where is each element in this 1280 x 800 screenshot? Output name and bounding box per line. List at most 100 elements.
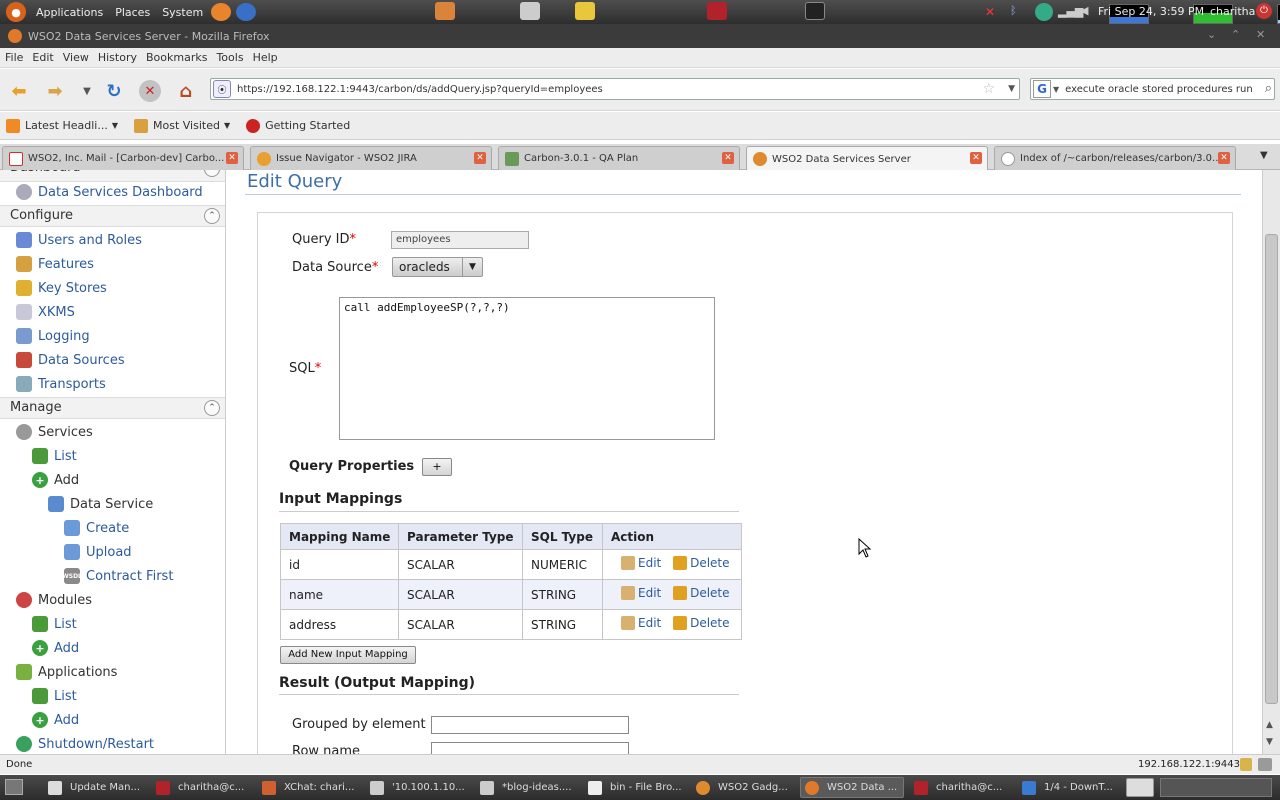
- scroll-up-icon[interactable]: ▲: [1266, 720, 1273, 730]
- help-launcher-icon[interactable]: [236, 3, 257, 21]
- home-icon[interactable]: ⌂: [175, 80, 197, 102]
- data-source-select[interactable]: oracleds ▼: [392, 257, 483, 277]
- close-window-icon[interactable]: ✕: [1256, 28, 1265, 41]
- collapse-icon[interactable]: ⌃: [204, 400, 220, 416]
- tab-qa-plan[interactable]: Carbon-3.0.1 - QA Plan ✕: [498, 146, 740, 170]
- firefox-tray-icon[interactable]: [1126, 778, 1154, 797]
- task-remote[interactable]: '10.100.1.10...: [366, 777, 470, 798]
- menu-bookmarks[interactable]: Bookmarks: [146, 51, 207, 64]
- tab-wso2-mail[interactable]: WSO2, Inc. Mail - [Carbon-dev] Carbo... …: [2, 146, 244, 170]
- sidebar-configure-header[interactable]: Configure ⌃: [0, 205, 225, 227]
- edit-link[interactable]: Edit: [621, 586, 661, 600]
- show-desktop-icon[interactable]: [5, 779, 23, 795]
- sidebar-item-shutdown-restart[interactable]: Shutdown/Restart: [16, 734, 154, 754]
- sidebar-item-upload[interactable]: Upload: [64, 542, 132, 562]
- back-icon[interactable]: ⬅: [8, 80, 30, 102]
- sidebar-item-modules-add[interactable]: + Add: [32, 638, 79, 658]
- scroll-down-icon[interactable]: ▼: [1266, 737, 1273, 747]
- menu-view[interactable]: View: [63, 51, 89, 64]
- folder-icon[interactable]: [575, 2, 595, 20]
- home-folder-icon[interactable]: [435, 2, 455, 20]
- workspace-switcher[interactable]: [1160, 778, 1272, 797]
- menu-edit[interactable]: Edit: [32, 51, 53, 64]
- url-text[interactable]: https://192.168.122.1:9443/carbon/ds/add…: [237, 84, 603, 95]
- user-name[interactable]: charitha: [1210, 5, 1255, 18]
- close-tab-icon[interactable]: ✕: [1218, 152, 1230, 164]
- task-terminal-2[interactable]: charitha@c...: [910, 777, 1014, 798]
- sidebar-item-users-roles[interactable]: Users and Roles: [16, 230, 142, 250]
- sidebar-item-contract-first[interactable]: WSDL Contract First: [62, 566, 173, 586]
- site-identity-icon[interactable]: ⦿: [213, 80, 231, 98]
- sidebar-item-modules-list[interactable]: List: [32, 614, 77, 634]
- history-dropdown-icon[interactable]: ▼: [76, 80, 98, 102]
- sql-textarea[interactable]: call addEmployeeSP(?,?,?): [339, 297, 715, 440]
- delete-link[interactable]: Delete: [673, 556, 730, 570]
- task-file-browser[interactable]: bin - File Bro...: [584, 777, 688, 798]
- sidebar-item-services[interactable]: Services: [16, 422, 93, 442]
- firefox-launcher-icon[interactable]: [211, 3, 232, 21]
- close-tab-icon[interactable]: ✕: [226, 152, 238, 164]
- stop-icon[interactable]: ✕: [139, 80, 161, 102]
- bookmark-latest-headlines[interactable]: Latest Headli... ▼: [6, 118, 118, 133]
- tab-jira[interactable]: Issue Navigator - WSO2 JIRA ✕: [250, 146, 492, 170]
- volume-icon[interactable]: ◀: [1080, 4, 1088, 17]
- applications-menu[interactable]: Applications: [30, 6, 109, 19]
- edit-link[interactable]: Edit: [621, 556, 661, 570]
- tab-list-icon[interactable]: ▼: [1260, 150, 1268, 161]
- collapse-icon[interactable]: ⌃: [204, 208, 220, 224]
- row-name-input[interactable]: [431, 742, 629, 754]
- sidebar-item-applications-add[interactable]: + Add: [32, 710, 79, 730]
- sidebar-item-data-sources[interactable]: Data Sources: [16, 350, 125, 370]
- close-tab-icon[interactable]: ✕: [474, 152, 486, 164]
- reload-icon[interactable]: ↻: [103, 80, 125, 102]
- task-wso2-gadget[interactable]: WSO2 Gadg...: [692, 777, 796, 798]
- google-engine-icon[interactable]: G: [1033, 80, 1051, 98]
- bookmark-star-icon[interactable]: ☆: [982, 81, 995, 97]
- url-dropdown-icon[interactable]: ▼: [1008, 84, 1015, 94]
- engine-dropdown-icon[interactable]: ▼: [1053, 85, 1059, 94]
- task-xchat[interactable]: XChat: chari...: [258, 777, 356, 798]
- sidebar-item-data-service[interactable]: Data Service: [48, 494, 153, 514]
- addon-icon[interactable]: [1258, 758, 1272, 771]
- query-id-input[interactable]: employees: [391, 231, 529, 249]
- edit-link[interactable]: Edit: [621, 616, 661, 630]
- menu-tools[interactable]: Tools: [216, 51, 243, 64]
- delete-link[interactable]: Delete: [673, 586, 730, 600]
- menu-history[interactable]: History: [98, 51, 137, 64]
- bookmark-getting-started[interactable]: Getting Started: [246, 118, 350, 133]
- sidebar-item-applications-list[interactable]: List: [32, 686, 77, 706]
- close-tray-icon[interactable]: ✕: [985, 5, 995, 19]
- sidebar-dashboard-header[interactable]: Dashboard ⌃: [0, 170, 225, 182]
- lock-icon[interactable]: [1240, 758, 1252, 771]
- delete-link[interactable]: Delete: [673, 616, 730, 630]
- sync-icon[interactable]: [1035, 3, 1053, 21]
- minimize-icon[interactable]: ⌄: [1207, 28, 1216, 41]
- tab-carbon-index[interactable]: Index of /~carbon/releases/carbon/3.0...…: [994, 146, 1236, 170]
- maximize-icon[interactable]: ⌃: [1231, 28, 1240, 41]
- sidebar-item-modules[interactable]: Modules: [16, 590, 92, 610]
- url-bar[interactable]: ⦿ https://192.168.122.1:9443/carbon/ds/a…: [210, 78, 1020, 100]
- app-launcher-icon[interactable]: [707, 2, 727, 20]
- sidebar-item-data-services-dashboard[interactable]: Data Services Dashboard: [16, 182, 203, 202]
- sidebar-manage-header[interactable]: Manage ⌃: [0, 397, 225, 419]
- sidebar-item-features[interactable]: Features: [16, 254, 94, 274]
- collapse-icon[interactable]: ⌃: [204, 170, 220, 177]
- close-tab-icon[interactable]: ✕: [970, 152, 982, 164]
- bluetooth-icon[interactable]: ᛒ: [1010, 4, 1017, 17]
- bookmark-most-visited[interactable]: Most Visited ▼: [134, 118, 230, 133]
- sidebar-item-create[interactable]: Create: [64, 518, 129, 538]
- places-menu[interactable]: Places: [109, 6, 156, 19]
- clock[interactable]: Fri Sep 24, 3:59 PM: [1098, 5, 1204, 18]
- menu-file[interactable]: File: [5, 51, 23, 64]
- sidebar-item-xkms[interactable]: XKMS: [16, 302, 75, 322]
- scrollbar-thumb[interactable]: [1265, 234, 1278, 704]
- sidebar-item-services-list[interactable]: List: [32, 446, 77, 466]
- add-new-input-mapping-button[interactable]: Add New Input Mapping: [280, 646, 416, 664]
- search-bar[interactable]: G ▼ execute oracle stored procedures run…: [1030, 78, 1275, 100]
- search-icon[interactable]: ⌕: [1262, 81, 1272, 96]
- search-input[interactable]: execute oracle stored procedures run: [1065, 84, 1253, 95]
- tab-data-services-server[interactable]: WSO2 Data Services Server ✕: [746, 146, 988, 171]
- vertical-scrollbar[interactable]: ▲ ▼: [1262, 170, 1280, 754]
- task-update-manager[interactable]: Update Man...: [44, 777, 148, 798]
- sidebar-item-key-stores[interactable]: Key Stores: [16, 278, 107, 298]
